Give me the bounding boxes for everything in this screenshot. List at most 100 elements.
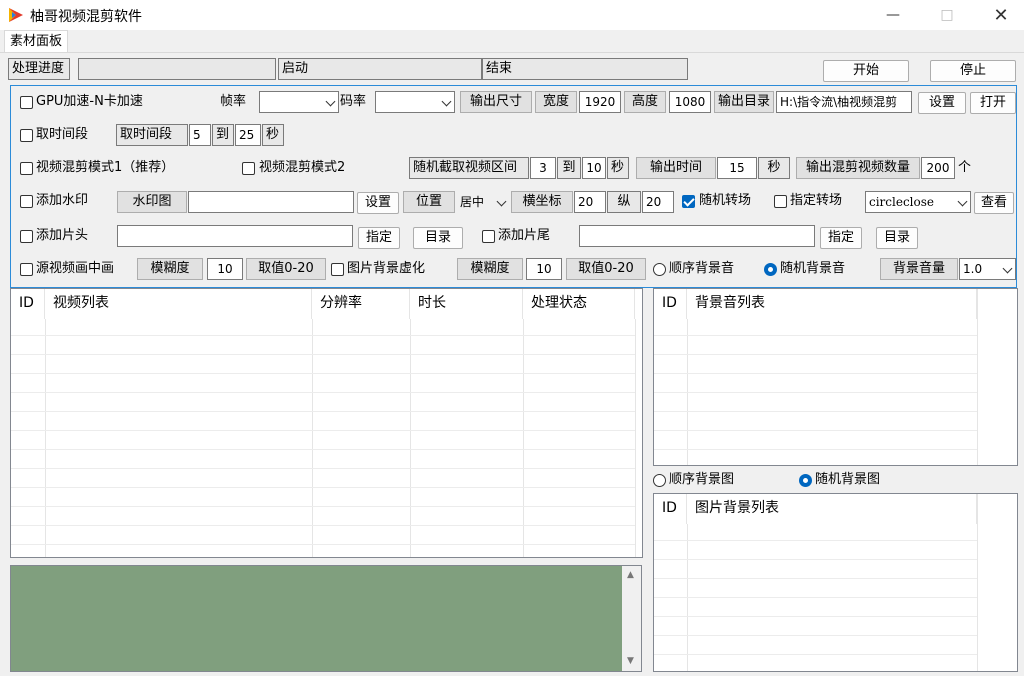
mode1-label: 视频混剪模式1（推荐） (36, 160, 175, 175)
chevron-down-icon (957, 196, 968, 207)
grid-line (11, 487, 635, 488)
fps-select[interactable] (259, 91, 339, 113)
grid-line (11, 449, 635, 450)
bitrate-label: 码率 (340, 94, 367, 109)
width-label: 宽度 (535, 91, 577, 113)
sequential-bg-image-label: 顺序背景图 (669, 472, 735, 487)
intro-dir-button[interactable]: 目录 (413, 227, 463, 249)
chevron-down-icon (325, 96, 336, 107)
width-input[interactable]: 1920 (579, 91, 621, 113)
random-bgm-radio[interactable] (764, 263, 777, 276)
interval-from-input[interactable]: 5 (189, 124, 211, 146)
col-status[interactable]: 处理状态 (523, 289, 635, 319)
grid-line (11, 392, 635, 393)
grid-line (654, 654, 977, 655)
watermark-path-input[interactable] (188, 191, 354, 213)
height-input[interactable]: 1080 (669, 91, 711, 113)
pip-label: 源视频画中画 (36, 261, 115, 276)
intro-cb-label: 添加片头 (36, 228, 89, 243)
stop-button[interactable]: 停止 (930, 60, 1016, 82)
interval-to-input[interactable]: 25 (235, 124, 261, 146)
blur-input[interactable]: 10 (207, 258, 243, 280)
sequential-bgm-radio[interactable] (653, 263, 666, 276)
tab-material-panel[interactable]: 素材面板 (4, 30, 69, 52)
clip-to-input[interactable]: 10 (582, 157, 606, 179)
bg-image-list-header: ID 图片背景列表 (654, 494, 994, 524)
col-id[interactable]: ID (11, 289, 45, 319)
grid-line (654, 354, 977, 355)
col-bgm-list[interactable]: 背景音列表 (687, 289, 977, 319)
bitrate-select[interactable] (375, 91, 455, 113)
scroll-down-icon[interactable]: ▼ (627, 656, 634, 666)
col-id[interactable]: ID (654, 494, 687, 524)
grid-line (654, 559, 977, 560)
maximize-icon[interactable]: □ (924, 0, 970, 30)
random-transition-checkbox[interactable] (682, 195, 695, 208)
open-button[interactable]: 打开 (970, 92, 1016, 114)
position-select[interactable]: 居中 (456, 191, 510, 213)
scroll-up-icon[interactable]: ▲ (627, 570, 634, 580)
grid-line (977, 494, 978, 671)
random-clip-label: 随机截取视频区间 (409, 157, 529, 179)
random-bg-image-radio[interactable] (799, 474, 812, 487)
mode1-checkbox[interactable] (20, 162, 33, 175)
log-scrollbar[interactable]: ▲ ▼ (622, 566, 641, 671)
x-coord-input[interactable]: 20 (574, 191, 606, 213)
bgm-volume-label: 背景音量 (880, 258, 958, 280)
col-bg-image-list[interactable]: 图片背景列表 (687, 494, 977, 524)
view-button[interactable]: 查看 (974, 192, 1014, 214)
pip-checkbox[interactable] (20, 263, 33, 276)
start-button[interactable]: 开始 (823, 60, 909, 82)
close-icon[interactable]: ✕ (978, 0, 1024, 30)
settings-button[interactable]: 设置 (918, 92, 966, 114)
watermark-settings-button[interactable]: 设置 (357, 192, 399, 214)
video-list-header: ID 视频列表 分辨率 时长 处理状态 (11, 289, 635, 319)
grid-line (654, 449, 977, 450)
video-list[interactable] (10, 288, 643, 558)
grid-line (654, 597, 977, 598)
col-duration[interactable]: 时长 (410, 289, 523, 319)
progress-bar (78, 58, 276, 80)
img-bg-blur-checkbox[interactable] (331, 263, 344, 276)
grid-line (654, 540, 977, 541)
gpu-checkbox[interactable] (20, 96, 33, 109)
minimize-icon[interactable]: — (870, 0, 916, 30)
outro-path-input[interactable] (579, 225, 815, 247)
col-id[interactable]: ID (654, 289, 687, 319)
output-time-input[interactable]: 15 (717, 157, 757, 179)
output-count-input[interactable]: 200 (921, 157, 955, 179)
watermark-checkbox[interactable] (20, 195, 33, 208)
clip-unit: 秒 (607, 157, 629, 179)
mode2-checkbox[interactable] (242, 162, 255, 175)
sequential-bgm-label: 顺序背景音 (669, 261, 735, 276)
interval-to-label: 到 (212, 124, 234, 146)
interval-checkbox[interactable] (20, 129, 33, 142)
y-coord-input[interactable]: 20 (642, 191, 674, 213)
intro-checkbox[interactable] (20, 230, 33, 243)
outro-dir-button[interactable]: 目录 (876, 227, 918, 249)
bgm-volume-select[interactable]: 1.0 (959, 258, 1016, 280)
grid-line (11, 335, 635, 336)
end-status: 结束 (482, 58, 688, 80)
log-output[interactable] (10, 565, 642, 672)
intro-path-input[interactable] (117, 225, 353, 247)
watermark-image-button[interactable]: 水印图 (117, 191, 187, 213)
intro-assign-button[interactable]: 指定 (358, 227, 400, 249)
sequential-bg-image-radio[interactable] (653, 474, 666, 487)
grid-line (11, 411, 635, 412)
grid-line (654, 616, 977, 617)
col-resolution[interactable]: 分辨率 (312, 289, 410, 319)
grid-line (635, 319, 636, 557)
clip-from-input[interactable]: 3 (530, 157, 556, 179)
blur-input-2[interactable]: 10 (526, 258, 562, 280)
transition-select[interactable]: circleclose (865, 191, 971, 213)
col-video-list[interactable]: 视频列表 (45, 289, 312, 319)
range-label-2: 取值0-20 (566, 258, 646, 280)
output-dir-input[interactable]: H:\指令流\柚视频混剪 (776, 91, 912, 113)
outro-checkbox[interactable] (482, 230, 495, 243)
specific-transition-checkbox[interactable] (774, 195, 787, 208)
chevron-down-icon (441, 96, 452, 107)
x-coord-label: 横坐标 (511, 191, 573, 213)
outro-assign-button[interactable]: 指定 (820, 227, 862, 249)
output-size-button[interactable]: 输出尺寸 (460, 91, 532, 113)
